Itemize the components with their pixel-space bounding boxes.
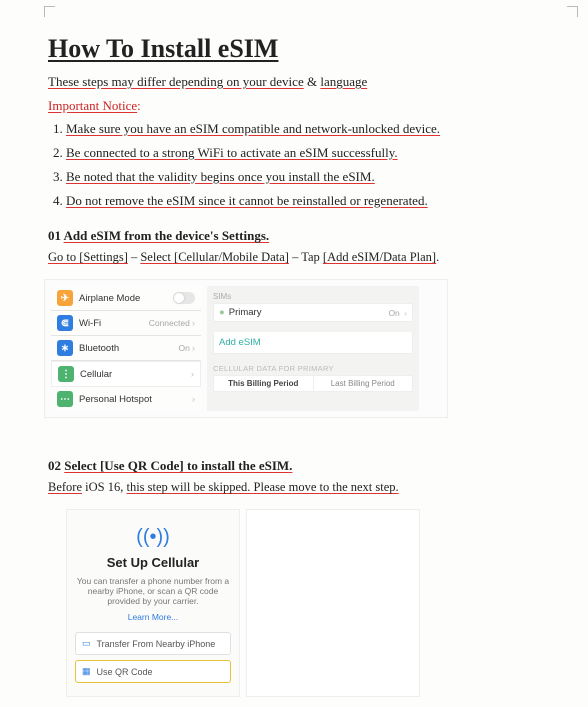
page-title: How To Install eSIM bbox=[48, 34, 548, 64]
billing-tabs[interactable]: This Billing Period Last Billing Period bbox=[213, 375, 413, 392]
blank-panel bbox=[246, 509, 420, 697]
row-wifi: ⋐Wi-FiConnected› bbox=[51, 311, 201, 336]
important-notice: Important Notice: bbox=[48, 98, 548, 114]
step1-sub: Go to [Settings] – Select [Cellular/Mobi… bbox=[48, 250, 548, 265]
cellular-icon: ⋮ bbox=[58, 366, 74, 382]
notice-list: Make sure you have an eSIM compatible an… bbox=[66, 120, 548, 210]
cellular-wave-icon: ((•)) bbox=[73, 526, 233, 549]
airplane-toggle[interactable] bbox=[173, 292, 195, 304]
cellular-detail: SIMs ●PrimaryOn › Add eSIM CELLULAR DATA… bbox=[207, 286, 419, 411]
step1-heading: 01 Add eSIM from the device's Settings. bbox=[48, 228, 548, 244]
transfer-option[interactable]: ▭Transfer From Nearby iPhone bbox=[75, 632, 231, 655]
bluetooth-icon: ∗ bbox=[57, 340, 73, 356]
settings-panel: ✈Airplane Mode ⋐Wi-FiConnected› ∗Bluetoo… bbox=[51, 286, 201, 411]
row-cellular[interactable]: ⋮Cellular› bbox=[51, 361, 201, 387]
airplane-icon: ✈ bbox=[57, 290, 73, 306]
row-airplane: ✈Airplane Mode bbox=[51, 286, 201, 311]
row-bluetooth: ∗BluetoothOn› bbox=[51, 336, 201, 361]
intro-line: These steps may differ depending on your… bbox=[48, 74, 548, 90]
learn-more-link[interactable]: Learn More... bbox=[73, 612, 233, 622]
notice-1: Make sure you have an eSIM compatible an… bbox=[66, 120, 548, 139]
step1-screenshot: ✈Airplane Mode ⋐Wi-FiConnected› ∗Bluetoo… bbox=[44, 279, 448, 418]
crop-mark-left bbox=[44, 6, 55, 17]
wifi-icon: ⋐ bbox=[57, 315, 73, 331]
use-qr-option[interactable]: ▦Use QR Code bbox=[75, 660, 231, 683]
notice-2: Be connected to a strong WiFi to activat… bbox=[66, 144, 548, 163]
crop-mark-right bbox=[567, 6, 578, 17]
setup-cellular-panel: ((•)) Set Up Cellular You can transfer a… bbox=[66, 509, 240, 697]
qr-icon: ▦ bbox=[82, 666, 91, 677]
hotspot-icon: ⋯ bbox=[57, 391, 73, 407]
notice-4: Do not remove the eSIM since it cannot b… bbox=[66, 192, 548, 211]
phone-icon: ▭ bbox=[82, 638, 91, 649]
step2-sub: Before iOS 16, this step will be skipped… bbox=[48, 480, 548, 495]
row-hotspot: ⋯Personal Hotspot› bbox=[51, 387, 201, 411]
step2-heading: 02 Select [Use QR Code] to install the e… bbox=[48, 458, 548, 474]
add-esim-link[interactable]: Add eSIM bbox=[213, 332, 413, 354]
step2-screenshot: ((•)) Set Up Cellular You can transfer a… bbox=[66, 509, 548, 697]
primary-sim[interactable]: ●PrimaryOn › bbox=[213, 303, 413, 322]
notice-3: Be noted that the validity begins once y… bbox=[66, 168, 548, 187]
